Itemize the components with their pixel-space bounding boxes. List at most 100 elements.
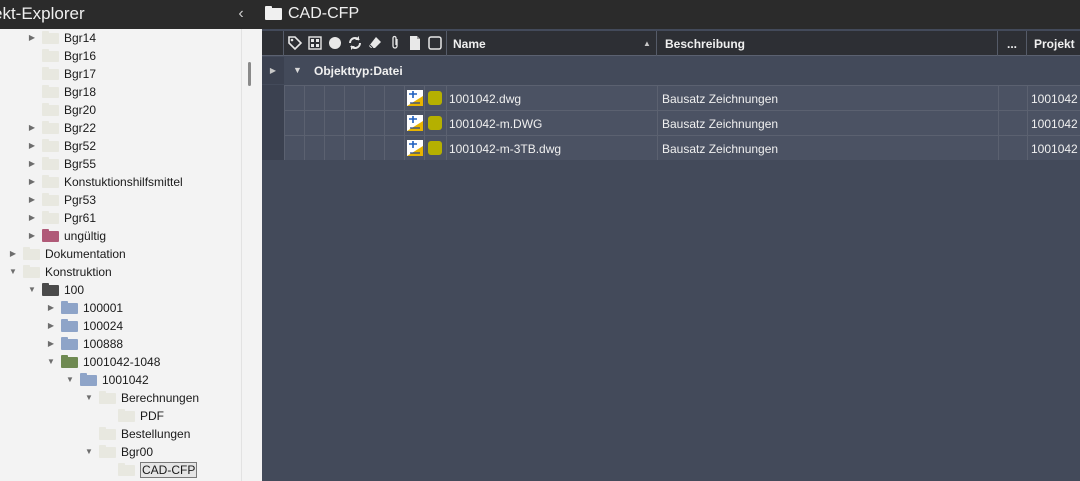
status-badge <box>428 116 442 130</box>
tree-item[interactable]: ▶ Bgr22 <box>0 119 241 137</box>
tree-item-label: Bgr55 <box>64 157 97 171</box>
square-icon[interactable] <box>427 35 443 51</box>
scrollbar-thumb[interactable] <box>248 62 251 86</box>
status-badge <box>428 141 442 155</box>
chevron-right-icon[interactable]: ▶ <box>262 57 284 84</box>
file-project: 1001042 <box>1031 117 1078 131</box>
tree-item[interactable]: ▶ 100888 <box>0 335 241 353</box>
tag-icon[interactable] <box>287 35 303 51</box>
chevron-right-icon[interactable]: ▶ <box>27 140 37 152</box>
tree-item[interactable]: Bgr17 <box>0 65 241 83</box>
chevron-right-icon[interactable]: ▶ <box>27 194 37 206</box>
chevron-down-icon[interactable]: ▼ <box>84 446 94 458</box>
tree-item-label: Bgr22 <box>64 121 97 135</box>
eraser-icon[interactable] <box>367 35 383 51</box>
chevron-down-icon[interactable]: ▼ <box>65 374 75 386</box>
recycle-icon[interactable] <box>347 35 363 51</box>
tree-item-label: 1001042-1048 <box>83 355 161 369</box>
tree-item[interactable]: ▼ Konstruktion <box>0 263 241 281</box>
folder-icon <box>61 319 78 332</box>
chevron-right-icon[interactable]: ▶ <box>8 248 18 260</box>
cell-divider <box>284 111 285 135</box>
dwg-file-icon <box>407 140 423 156</box>
circle-icon[interactable] <box>327 35 343 51</box>
tree-item[interactable]: CAD-CFP <box>0 461 241 479</box>
cell-divider <box>404 111 405 135</box>
cell-divider <box>344 86 345 110</box>
chevron-right-icon[interactable]: ▶ <box>27 212 37 224</box>
tree-item[interactable]: ▶ Pgr53 <box>0 191 241 209</box>
tree-item[interactable]: ▶ 100001 <box>0 299 241 317</box>
tree-item[interactable]: ▶ 100024 <box>0 317 241 335</box>
chevron-right-icon[interactable]: ▶ <box>46 320 56 332</box>
tree-item[interactable]: ▼ 1001042 <box>0 371 241 389</box>
cell-divider <box>657 86 658 110</box>
tree-scrollbar[interactable] <box>241 29 262 481</box>
tree-item[interactable]: ▶ Bgr55 <box>0 155 241 173</box>
tree-item[interactable]: Bestellungen <box>0 425 241 443</box>
column-header-description[interactable]: Beschreibung <box>657 31 998 56</box>
tree-item[interactable]: ▶ Pgr61 <box>0 209 241 227</box>
explorer-header: ekt-Explorer ‹ <box>0 0 262 29</box>
folder-icon <box>42 175 59 188</box>
chevron-down-icon[interactable]: ▼ <box>27 284 37 296</box>
folder-icon <box>99 391 116 404</box>
tree-item[interactable]: PDF <box>0 407 241 425</box>
cell-divider <box>364 136 365 160</box>
tree-item[interactable]: ▼ 100 <box>0 281 241 299</box>
cell-divider <box>998 111 999 135</box>
chevron-right-icon[interactable]: ▶ <box>27 176 37 188</box>
cell-divider <box>304 86 305 110</box>
chevron-left-icon[interactable]: ‹ <box>233 5 249 23</box>
document-icon[interactable] <box>407 35 423 51</box>
tree-item-label: 100024 <box>83 319 124 333</box>
group-row[interactable]: ▶ ▼ Objekttyp:Datei <box>262 57 1080 84</box>
folder-icon <box>42 121 59 134</box>
tree-item[interactable]: Bgr18 <box>0 83 241 101</box>
column-header-project[interactable]: Projekt <box>1027 31 1080 56</box>
chevron-down-icon[interactable]: ▼ <box>84 392 94 404</box>
chevron-down-icon[interactable]: ▼ <box>46 356 56 368</box>
tree-item[interactable]: ▶ Konstuktionshilfsmittel <box>0 173 241 191</box>
tree-item[interactable]: ▶ ungültig <box>0 227 241 245</box>
tree-item[interactable]: ▼ Berechnungen <box>0 389 241 407</box>
cell-divider <box>344 136 345 160</box>
folder-icon <box>42 139 59 152</box>
table-row[interactable]: 1001042.dwg Bausatz Zeichnungen 1001042 <box>284 85 1080 110</box>
tree-item-label: Pgr61 <box>64 211 97 225</box>
folder-icon <box>23 265 40 278</box>
tree-item[interactable]: ▶ Dokumentation <box>0 245 241 263</box>
chevron-right-icon[interactable]: ▶ <box>27 32 37 44</box>
grid-icon[interactable] <box>307 35 323 51</box>
tree-item[interactable]: Bgr20 <box>0 101 241 119</box>
chevron-right-icon[interactable]: ▶ <box>27 122 37 134</box>
tree-item-label: Pgr53 <box>64 193 97 207</box>
folder-icon <box>42 67 59 80</box>
tree-item[interactable]: ▼ Bgr00 <box>0 443 241 461</box>
chevron-down-icon[interactable]: ▼ <box>8 266 18 278</box>
cell-divider <box>304 136 305 160</box>
chevron-right-icon[interactable]: ▶ <box>46 302 56 314</box>
tree-item-label: Bgr16 <box>64 49 97 63</box>
folder-icon <box>42 49 59 62</box>
cell-divider <box>424 136 425 160</box>
cell-divider <box>424 86 425 110</box>
chevron-right-icon[interactable]: ▶ <box>27 230 37 242</box>
tree-item-label: 100888 <box>83 337 124 351</box>
tree-item-label: ungültig <box>64 229 107 243</box>
tree-item[interactable]: ▶ Bgr14 <box>0 29 241 47</box>
tree-item[interactable]: ▼ 1001042-1048 <box>0 353 241 371</box>
chevron-down-icon[interactable]: ▼ <box>293 65 302 75</box>
chevron-right-icon[interactable]: ▶ <box>46 338 56 350</box>
tree-item-label: Bgr14 <box>64 31 97 45</box>
column-header-name[interactable]: Name <box>446 31 657 56</box>
paperclip-icon[interactable] <box>387 35 403 51</box>
table-row[interactable]: 1001042-m.DWG Bausatz Zeichnungen 1001042 <box>284 110 1080 135</box>
folder-icon <box>42 211 59 224</box>
table-row[interactable]: 1001042-m-3TB.dwg Bausatz Zeichnungen 1001… <box>284 135 1080 160</box>
tree-item[interactable]: ▶ Bgr52 <box>0 137 241 155</box>
sort-ascending-icon: ▲ <box>643 39 651 48</box>
tree-item[interactable]: Bgr16 <box>0 47 241 65</box>
chevron-right-icon[interactable]: ▶ <box>27 158 37 170</box>
column-header-more[interactable]: ... <box>998 31 1027 56</box>
